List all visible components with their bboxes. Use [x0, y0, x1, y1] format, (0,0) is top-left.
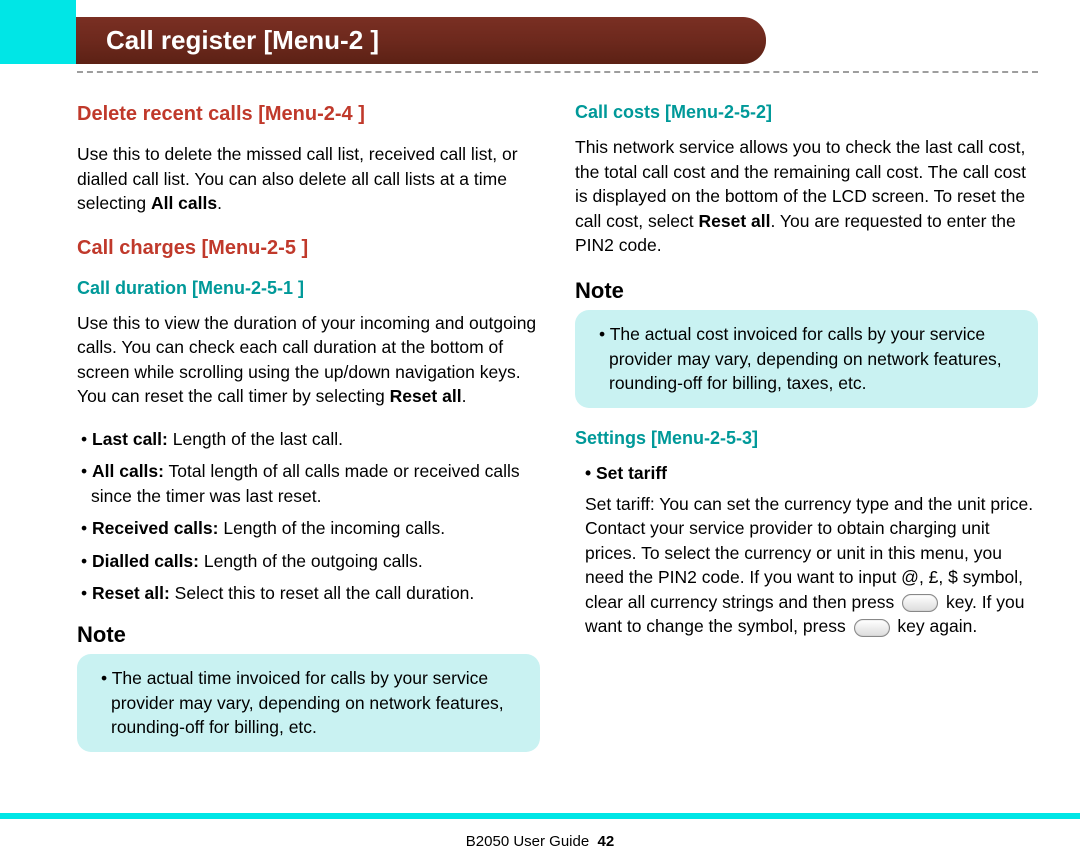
- note-box: The actual cost invoiced for calls by yo…: [575, 310, 1038, 408]
- call-duration-bullets: Last call: Length of the last call. All …: [77, 427, 540, 606]
- note-text: The actual time invoiced for calls by yo…: [97, 666, 524, 740]
- header-accent: [0, 0, 76, 64]
- note-heading: Note: [575, 276, 1038, 307]
- footer-line: [0, 813, 1080, 819]
- set-tariff-label: Set tariff: [596, 463, 667, 483]
- note-text: The actual cost invoiced for calls by yo…: [595, 322, 1022, 396]
- divider: [77, 71, 1038, 73]
- bullet-label: Dialled calls:: [92, 551, 199, 571]
- bullet-label: Received calls:: [92, 518, 218, 538]
- right-column: Call costs [Menu-2-5-2] This network ser…: [575, 90, 1038, 784]
- page-title: Call register [Menu-2 ]: [106, 25, 379, 56]
- heading-call-charges: Call charges [Menu-2-5 ]: [77, 234, 540, 262]
- content-area: Delete recent calls [Menu-2-4 ] Use this…: [77, 90, 1038, 784]
- text: .: [462, 386, 467, 406]
- settings-sub-label: • Set tariff: [575, 461, 1038, 486]
- bold-text: Reset all: [390, 386, 462, 406]
- bullet-text: Select this to reset all the call durati…: [170, 583, 474, 603]
- text: Use this to view the duration of your in…: [77, 313, 536, 407]
- key-icon: [902, 594, 938, 612]
- bullet-label: Reset all:: [92, 583, 170, 603]
- list-item: Dialled calls: Length of the outgoing ca…: [77, 549, 540, 574]
- bullet-label: Last call:: [92, 429, 168, 449]
- call-costs-para: This network service allows you to check…: [575, 135, 1038, 258]
- settings-para: Set tariff: You can set the currency typ…: [575, 492, 1038, 639]
- bold-text: All calls: [151, 193, 217, 213]
- left-column: Delete recent calls [Menu-2-4 ] Use this…: [77, 90, 540, 784]
- heading-delete-recent: Delete recent calls [Menu-2-4 ]: [77, 100, 540, 128]
- list-item: Reset all: Select this to reset all the …: [77, 581, 540, 606]
- call-duration-para: Use this to view the duration of your in…: [77, 311, 540, 409]
- text: key again.: [893, 616, 978, 636]
- note-heading: Note: [77, 620, 540, 651]
- bold-text: Reset all: [699, 211, 771, 231]
- list-item: Received calls: Length of the incoming c…: [77, 516, 540, 541]
- footer: B2050 User Guide 42: [0, 833, 1080, 850]
- list-item: All calls: Total length of all calls mad…: [77, 459, 540, 508]
- page-number: 42: [598, 833, 615, 850]
- bullet-label: All calls:: [92, 461, 164, 481]
- bullet-text: Length of the incoming calls.: [218, 518, 445, 538]
- text: Use this to delete the missed call list,…: [77, 144, 518, 213]
- list-item: Last call: Length of the last call.: [77, 427, 540, 452]
- bullet-text: Length of the last call.: [168, 429, 343, 449]
- heading-call-costs: Call costs [Menu-2-5-2]: [575, 100, 1038, 125]
- heading-settings: Settings [Menu-2-5-3]: [575, 426, 1038, 451]
- note-box: The actual time invoiced for calls by yo…: [77, 654, 540, 752]
- delete-recent-para: Use this to delete the missed call list,…: [77, 142, 540, 216]
- key-icon: [854, 619, 890, 637]
- bullet-text: Length of the outgoing calls.: [199, 551, 423, 571]
- heading-call-duration: Call duration [Menu-2-5-1 ]: [77, 276, 540, 301]
- text: .: [217, 193, 222, 213]
- footer-guide: B2050 User Guide: [466, 833, 589, 850]
- header-bar: Call register [Menu-2 ]: [76, 17, 766, 64]
